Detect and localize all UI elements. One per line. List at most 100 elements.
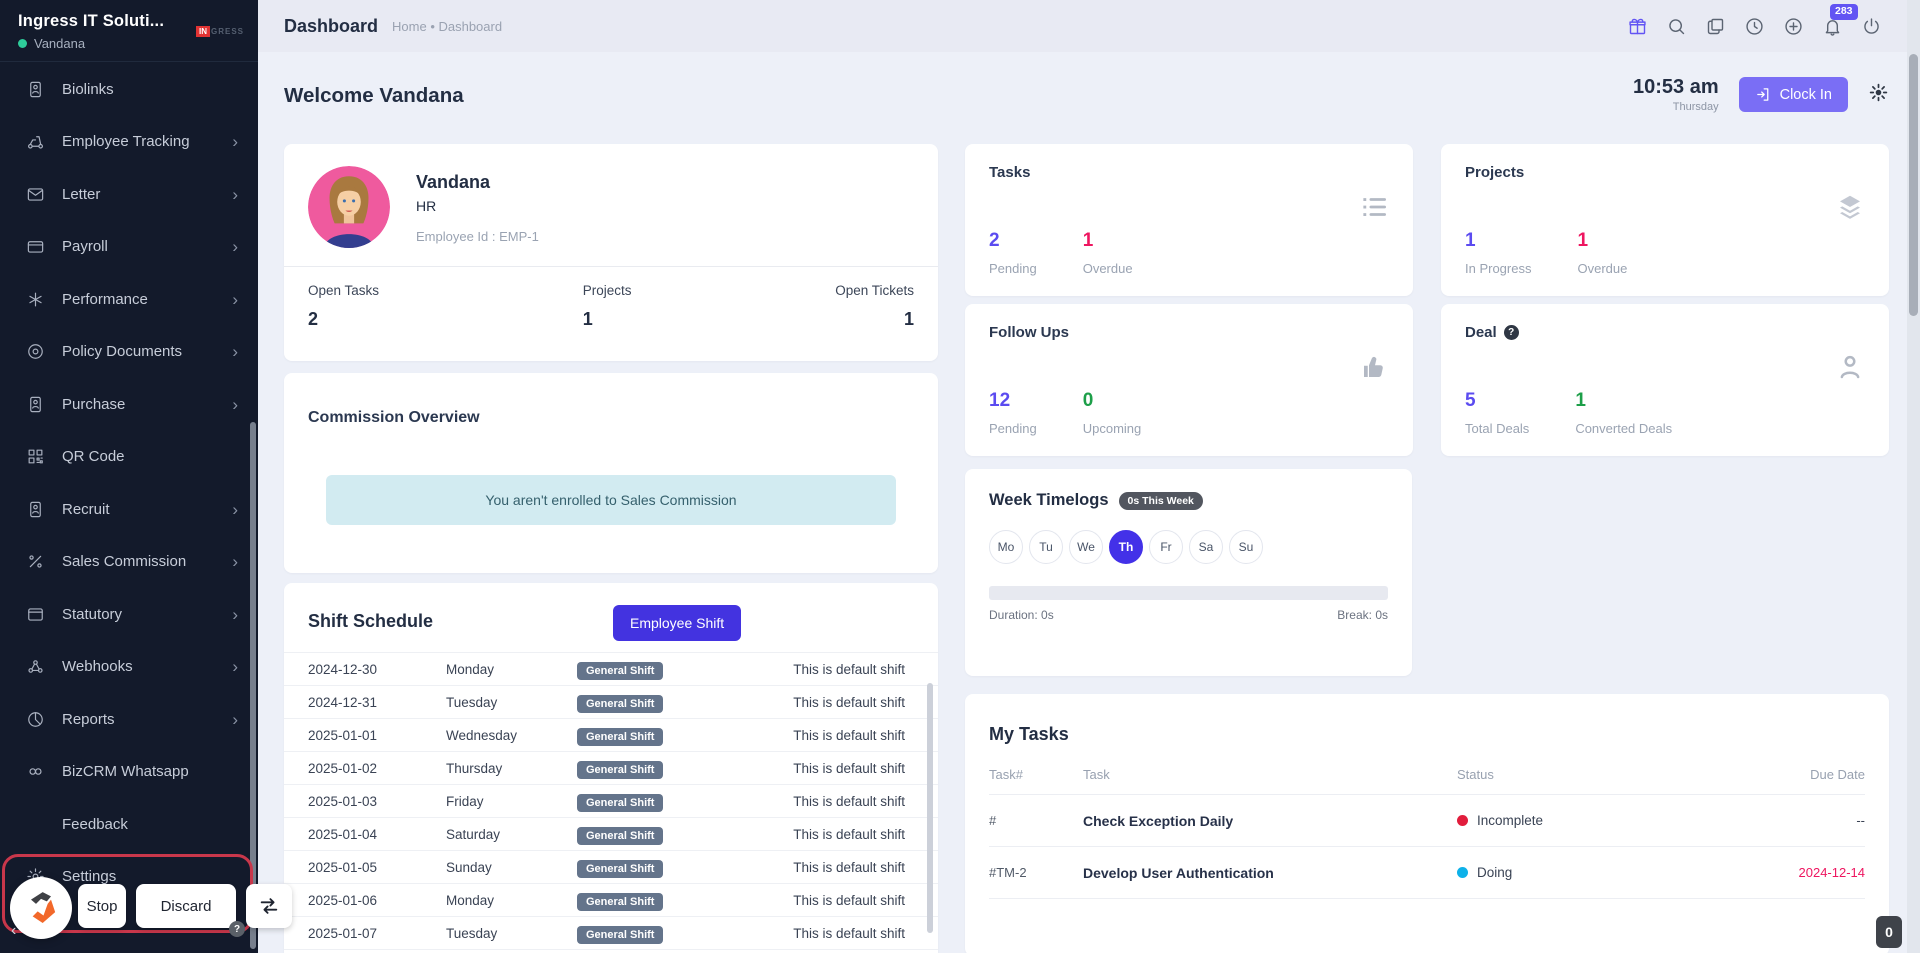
day-su[interactable]: Su	[1229, 530, 1263, 564]
sidebar-item-employee-tracking[interactable]: Employee Tracking ›	[0, 116, 258, 169]
stop-button[interactable]: Stop	[78, 884, 126, 928]
stat-value: 1	[583, 309, 632, 330]
shift-day: Wednesday	[446, 728, 577, 743]
day-mo[interactable]: Mo	[989, 530, 1023, 564]
chevron-right-icon: ›	[232, 186, 238, 203]
search-icon[interactable]	[1665, 15, 1687, 37]
current-day: Thursday	[1633, 101, 1719, 113]
task-row[interactable]: # Check Exception Daily Incomplete --	[989, 795, 1865, 847]
page-scrollbar-track[interactable]	[1907, 0, 1920, 953]
day-we[interactable]: We	[1069, 530, 1103, 564]
gift-icon[interactable]	[1626, 15, 1648, 37]
shift-note: This is default shift	[793, 893, 905, 908]
recorder-logo-button[interactable]	[10, 877, 72, 939]
deal-card: Deal ? 5 Total Deals 1	[1441, 304, 1889, 456]
metric-value: 1	[1577, 230, 1627, 252]
sidebar-item-sales-commission[interactable]: Sales Commission ›	[0, 536, 258, 589]
sidebar-user-row: Vandana	[18, 36, 240, 51]
ingress-logo: IN GRESS	[196, 26, 244, 37]
sidebar-scrollbar[interactable]	[250, 422, 256, 949]
target-icon	[24, 342, 46, 361]
sidebar-item-payroll[interactable]: Payroll ›	[0, 221, 258, 274]
recorder-help-icon[interactable]: ?	[229, 921, 245, 937]
task-row[interactable]: #TM-2 Develop User Authentication Doing …	[989, 847, 1865, 899]
right-column: Tasks 2 Pending 1 Overdue	[965, 144, 1889, 953]
sidebar-item-statutory[interactable]: Statutory ›	[0, 588, 258, 641]
welcome-title: Welcome Vandana	[284, 84, 464, 108]
swap-arrows-icon	[258, 895, 280, 917]
notes-icon[interactable]	[1704, 15, 1726, 37]
id-card-icon	[24, 80, 46, 99]
topbar-icons: 283	[1626, 15, 1882, 37]
shift-day: Monday	[446, 893, 577, 908]
shift-date: 2025-01-03	[308, 794, 446, 809]
sidebar-item-biolinks[interactable]: Biolinks	[0, 63, 258, 116]
pie-chart-icon	[24, 710, 46, 729]
day-tu[interactable]: Tu	[1029, 530, 1063, 564]
shift-header: Shift Schedule	[284, 583, 938, 652]
chevron-right-icon: ›	[232, 606, 238, 623]
chevron-right-icon: ›	[232, 711, 238, 728]
list-icon	[1359, 192, 1389, 227]
sidebar-item-webhooks[interactable]: Webhooks ›	[0, 641, 258, 694]
plus-circle-icon[interactable]	[1782, 15, 1804, 37]
my-tasks-header-row: Task# Task Status Due Date	[989, 767, 1865, 795]
dashboard-settings-gear-icon[interactable]	[1868, 82, 1889, 108]
sidebar-item-policy-documents[interactable]: Policy Documents ›	[0, 326, 258, 379]
column-task: Task	[1083, 767, 1457, 782]
shift-schedule-card: Shift Schedule Employee Shift 2024-12-30…	[284, 583, 938, 953]
help-icon[interactable]: ?	[1504, 325, 1519, 340]
day-fr[interactable]: Fr	[1149, 530, 1183, 564]
shift-badge-cell: General Shift	[577, 827, 747, 842]
sidebar-item-feedback[interactable]: Feedback	[0, 798, 258, 851]
collapse-chevron-icon[interactable]: ‹	[11, 922, 16, 940]
my-tasks-rows: # Check Exception Daily Incomplete --	[989, 795, 1865, 899]
sidebar-item-label: QR Code	[62, 448, 125, 465]
shift-day: Thursday	[446, 761, 577, 776]
shift-note: This is default shift	[793, 728, 905, 743]
stat-open-tasks: Open Tasks 2	[308, 283, 379, 330]
swap-button[interactable]	[246, 884, 292, 928]
shift-day: Friday	[446, 794, 577, 809]
commission-overview-card: Commission Overview You aren't enrolled …	[284, 373, 938, 573]
sidebar-item-label: Biolinks	[62, 81, 114, 98]
employee-shift-button[interactable]: Employee Shift	[613, 605, 741, 641]
scooter-icon	[24, 132, 46, 151]
sidebar-item-qr-code[interactable]: QR Code	[0, 431, 258, 484]
day-th-selected[interactable]: Th	[1109, 530, 1143, 564]
metric-label: In Progress	[1465, 261, 1531, 276]
sidebar-item-bizcrm-whatsapp[interactable]: BizCRM Whatsapp	[0, 746, 258, 799]
page-scrollbar-thumb[interactable]	[1909, 54, 1918, 316]
sidebar-item-reports[interactable]: Reports ›	[0, 693, 258, 746]
metric-value: 2	[989, 230, 1037, 252]
day-sa[interactable]: Sa	[1189, 530, 1223, 564]
sidebar-item-label: Webhooks	[62, 658, 133, 675]
shift-note: This is default shift	[793, 794, 905, 809]
tasks-metrics: 2 Pending 1 Overdue	[989, 230, 1133, 276]
shift-note: This is default shift	[793, 827, 905, 842]
sidebar-item-recruit[interactable]: Recruit ›	[0, 483, 258, 536]
follow-ups-card: Follow Ups 12 Pending 0 Upcoming	[965, 304, 1413, 456]
sidebar-item-performance[interactable]: Performance ›	[0, 273, 258, 326]
shift-table-scrollbar[interactable]	[927, 683, 933, 933]
clock-icon[interactable]	[1743, 15, 1765, 37]
shift-date: 2024-12-31	[308, 695, 446, 710]
power-icon[interactable]	[1860, 15, 1882, 37]
status-dot	[1457, 815, 1468, 826]
notification-badge: 283	[1830, 4, 1858, 20]
sidebar-item-label: Payroll	[62, 238, 108, 255]
shift-date: 2025-01-01	[308, 728, 446, 743]
profile-stats: Open Tasks 2 Projects 1 Open Tickets 1	[308, 267, 914, 330]
bell-icon[interactable]: 283	[1821, 15, 1843, 37]
shift-date: 2025-01-02	[308, 761, 446, 776]
deal-card-title: Deal ?	[1465, 324, 1865, 341]
metric-total-deals: 5 Total Deals	[1465, 390, 1529, 436]
sidebar-header[interactable]: Ingress IT Soluti... Vandana IN GRESS	[0, 0, 258, 62]
sidebar-item-label: Employee Tracking	[62, 133, 190, 150]
general-shift-badge: General Shift	[577, 860, 663, 878]
discard-button[interactable]: Discard	[136, 884, 236, 928]
sidebar-item-purchase[interactable]: Purchase ›	[0, 378, 258, 431]
stat-value: 1	[835, 309, 914, 330]
sidebar-item-letter[interactable]: Letter ›	[0, 168, 258, 221]
clock-in-button[interactable]: Clock In	[1739, 77, 1848, 112]
